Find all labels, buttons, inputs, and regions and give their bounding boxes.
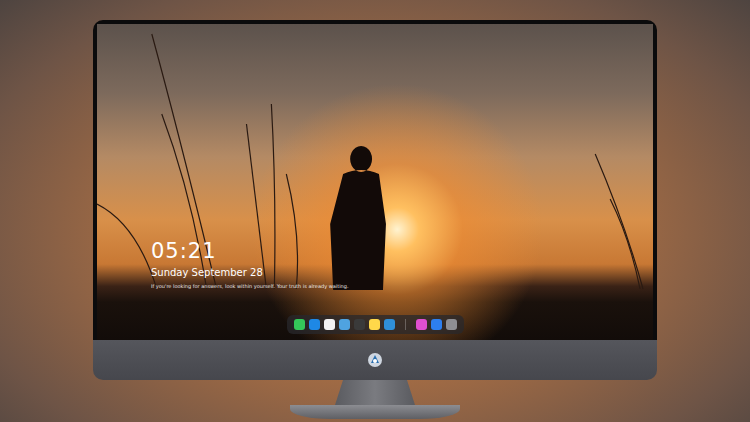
- monitor: 05:21 Sunday September 28 If you're lookin…: [93, 20, 657, 422]
- wallpaper-photo: [97, 24, 653, 340]
- app-icon[interactable]: [416, 319, 427, 330]
- desktop-mockup: 05:21 Sunday September 28 If you're lookin…: [0, 0, 750, 422]
- app-icon[interactable]: [354, 319, 365, 330]
- app-icon[interactable]: [324, 319, 335, 330]
- monitor-stand: [335, 380, 415, 405]
- clock-time: 05:21: [151, 240, 653, 263]
- app-icon[interactable]: [294, 319, 305, 330]
- monitor-bezel: 05:21 Sunday September 28 If you're lookin…: [93, 20, 657, 340]
- app-icon[interactable]: [384, 319, 395, 330]
- clock-caption: If you're looking for answers, look with…: [151, 283, 653, 289]
- app-icon[interactable]: [369, 319, 380, 330]
- dock: [287, 315, 464, 334]
- dock-separator: [405, 319, 406, 330]
- app-icon[interactable]: [446, 319, 457, 330]
- lock-screen: 05:21 Sunday September 28 If you're lookin…: [97, 24, 653, 340]
- monitor-chin: [93, 340, 657, 380]
- app-icon[interactable]: [309, 319, 320, 330]
- clock-date: Sunday September 28: [151, 267, 653, 279]
- app-icon[interactable]: [431, 319, 442, 330]
- app-icon[interactable]: [339, 319, 350, 330]
- lock-clock: 05:21 Sunday September 28 If you're lookin…: [97, 240, 653, 289]
- brand-logo-icon: [367, 352, 383, 368]
- monitor-base: [290, 405, 460, 419]
